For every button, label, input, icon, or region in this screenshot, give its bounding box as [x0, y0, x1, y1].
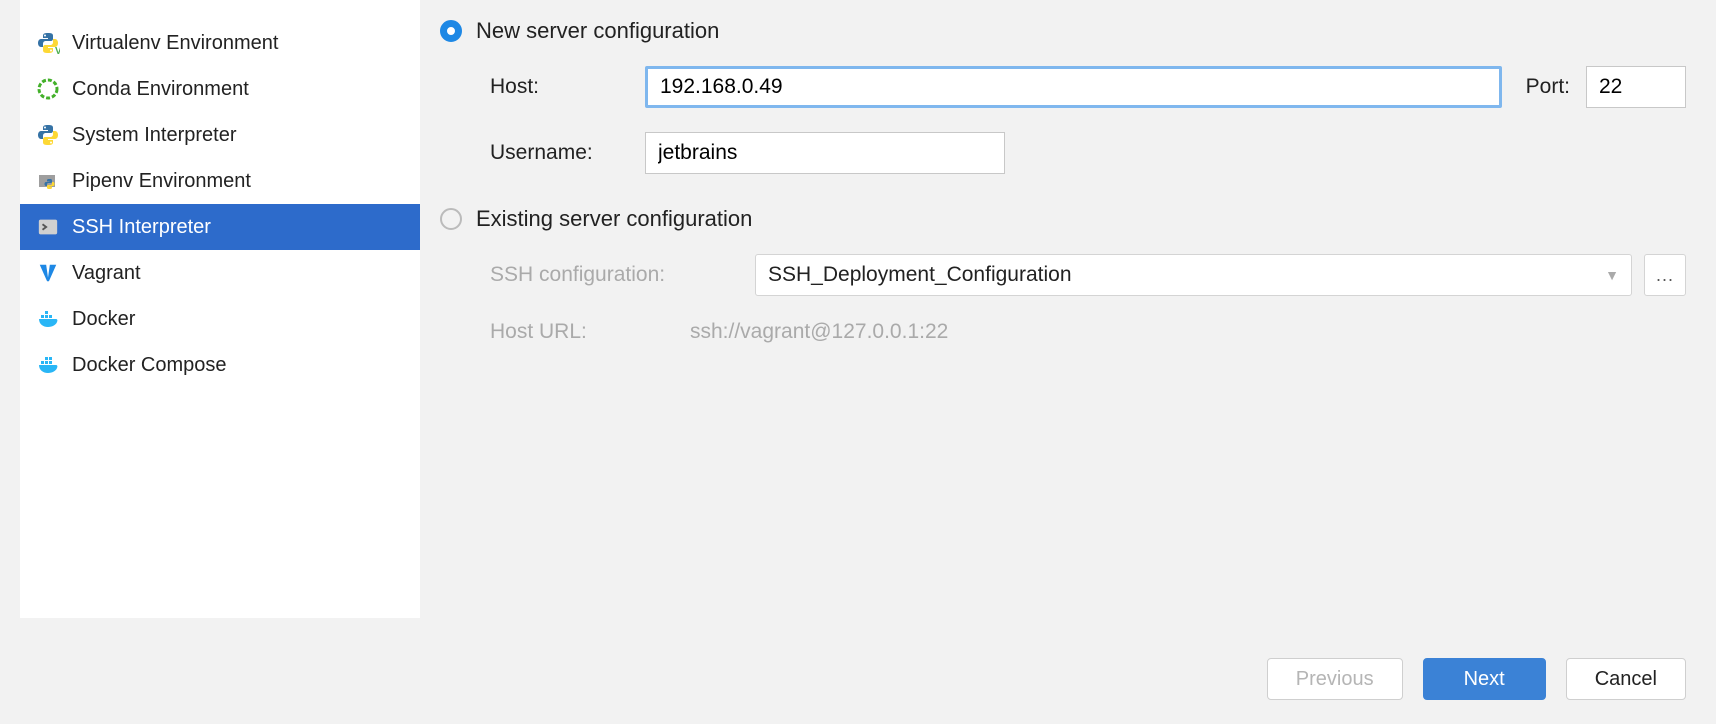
- sidebar-item-label: Virtualenv Environment: [72, 32, 278, 55]
- ssh-terminal-icon: [34, 213, 62, 241]
- next-button[interactable]: Next: [1423, 658, 1546, 700]
- sidebar-item-docker-compose[interactable]: Docker Compose: [20, 342, 420, 388]
- ssh-interpreter-config-panel: New server configuration Host: Port: Use…: [420, 0, 1716, 638]
- sidebar-item-virtualenv[interactable]: V Virtualenv Environment: [20, 20, 420, 66]
- sidebar-item-label: Pipenv Environment: [72, 170, 251, 193]
- sidebar-item-label: Docker Compose: [72, 354, 227, 377]
- radio-existing-server[interactable]: [440, 208, 462, 230]
- pipenv-icon: [34, 167, 62, 195]
- sidebar-item-label: Vagrant: [72, 262, 141, 285]
- radio-new-server[interactable]: [440, 20, 462, 42]
- sidebar-item-system-interpreter[interactable]: System Interpreter: [20, 112, 420, 158]
- sidebar-item-vagrant[interactable]: Vagrant: [20, 250, 420, 296]
- username-label: Username:: [490, 141, 645, 165]
- sidebar-item-conda[interactable]: Conda Environment: [20, 66, 420, 112]
- radio-new-server-row[interactable]: New server configuration: [440, 18, 1686, 44]
- port-input[interactable]: [1586, 66, 1686, 108]
- previous-button: Previous: [1267, 658, 1403, 700]
- radio-existing-server-label: Existing server configuration: [476, 206, 752, 232]
- ssh-config-browse-button[interactable]: ...: [1644, 254, 1686, 296]
- docker-compose-icon: [34, 351, 62, 379]
- sidebar-item-ssh-interpreter[interactable]: SSH Interpreter: [20, 204, 420, 250]
- radio-existing-server-row[interactable]: Existing server configuration: [440, 206, 1686, 232]
- host-url-label: Host URL:: [490, 320, 690, 344]
- interpreter-type-sidebar: V Virtualenv Environment Conda Environme…: [20, 0, 420, 618]
- python-icon: [34, 121, 62, 149]
- vagrant-icon: [34, 259, 62, 287]
- port-label: Port:: [1526, 75, 1570, 99]
- svg-text:V: V: [55, 46, 60, 55]
- ssh-config-dropdown[interactable]: SSH_Deployment_Configuration ▼: [755, 254, 1632, 296]
- dialog-footer: Previous Next Cancel: [0, 638, 1716, 724]
- ssh-config-value: SSH_Deployment_Configuration: [768, 263, 1072, 287]
- sidebar-item-label: System Interpreter: [72, 124, 237, 147]
- sidebar-item-docker[interactable]: Docker: [20, 296, 420, 342]
- username-input[interactable]: [645, 132, 1005, 174]
- chevron-down-icon: ▼: [1605, 267, 1619, 283]
- sidebar-item-label: Conda Environment: [72, 78, 249, 101]
- host-input[interactable]: [645, 66, 1502, 108]
- sidebar-item-pipenv[interactable]: Pipenv Environment: [20, 158, 420, 204]
- radio-new-server-label: New server configuration: [476, 18, 719, 44]
- conda-icon: [34, 75, 62, 103]
- host-label: Host:: [490, 75, 645, 99]
- docker-icon: [34, 305, 62, 333]
- ssh-config-label: SSH configuration:: [490, 263, 690, 287]
- sidebar-item-label: Docker: [72, 308, 135, 331]
- host-url-value: ssh://vagrant@127.0.0.1:22: [690, 320, 948, 344]
- sidebar-item-label: SSH Interpreter: [72, 216, 211, 239]
- cancel-button[interactable]: Cancel: [1566, 658, 1686, 700]
- python-virtualenv-icon: V: [34, 29, 62, 57]
